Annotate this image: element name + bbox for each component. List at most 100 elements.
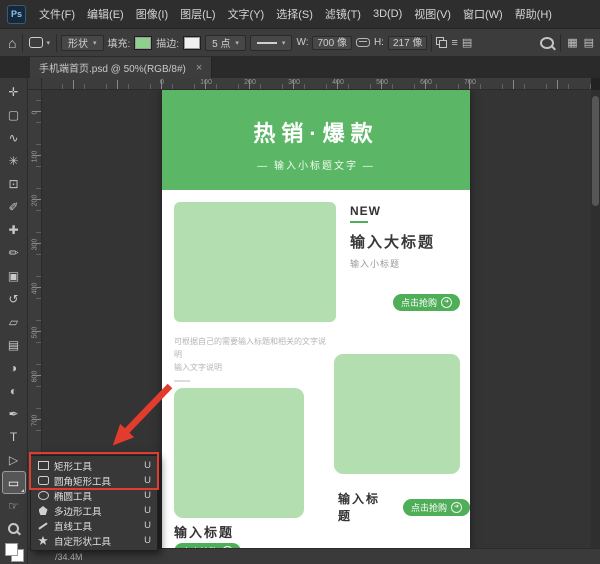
flyout-item-polygon-tool[interactable]: 多边形工具 U: [31, 503, 157, 518]
pen-tool[interactable]: ✒: [2, 402, 26, 425]
document-tab[interactable]: 手机端首页.psd @ 50%(RGB/8#) ×: [30, 57, 212, 78]
menu-item[interactable]: 图像(I): [130, 0, 174, 28]
foreground-color-swatch[interactable]: [5, 543, 18, 556]
document-size-value: /34.4M: [55, 552, 83, 562]
path-arrangement-icon[interactable]: ▤: [462, 36, 472, 49]
fill-control[interactable]: 填充:: [108, 35, 153, 50]
brush-tool[interactable]: ✏: [2, 241, 26, 264]
quick-selection-tool[interactable]: ✳: [2, 149, 26, 172]
hero-banner: 热销·爆款 — 输入小标题文字 —: [162, 90, 470, 190]
tool-mode-select[interactable]: 形状 ▾: [61, 35, 104, 51]
ruler-corner: [28, 78, 42, 90]
shape-tool-icon: [37, 536, 49, 546]
healing-brush-tool[interactable]: ✚: [2, 218, 26, 241]
rectangle-tool[interactable]: ▭: [2, 471, 26, 494]
description-line: 输入文字说明: [174, 362, 326, 375]
lasso-tool[interactable]: ∿: [2, 126, 26, 149]
type-tool[interactable]: T: [2, 425, 26, 448]
card-right-title: 输入标题: [338, 490, 391, 524]
path-selection-tool[interactable]: ▷: [2, 448, 26, 471]
document-tab-bar: 手机端首页.psd @ 50%(RGB/8#) ×: [0, 57, 600, 78]
width-label: W:: [296, 37, 308, 48]
photoshop-logo-icon: Ps: [7, 5, 26, 24]
blur-tool[interactable]: ◑: [2, 356, 26, 379]
scrollbar-thumb[interactable]: [592, 96, 599, 206]
artboard[interactable]: 热销·爆款 — 输入小标题文字 — NEW 输入大标题 输入小标题 点击抢购 ➜…: [162, 90, 470, 548]
crop-tool[interactable]: ⊡: [2, 172, 26, 195]
separator: [431, 34, 432, 52]
stroke-swatch[interactable]: [183, 36, 201, 50]
shape-tool-icon: [37, 525, 49, 527]
cta-label: 点击抢购: [411, 501, 447, 514]
ruler-number: 600: [404, 78, 448, 88]
vertical-scrollbar[interactable]: [591, 90, 600, 548]
shape-height-field[interactable]: H: 217 像: [374, 36, 427, 50]
shape-width-field[interactable]: W: 700 像: [296, 36, 352, 50]
hand-tool[interactable]: ☞: [2, 494, 26, 517]
gradient-tool[interactable]: ▤: [2, 333, 26, 356]
ruler-number: 0: [28, 90, 42, 134]
ruler-number: 200: [28, 178, 42, 222]
link-dimensions-icon[interactable]: [356, 38, 370, 47]
close-tab-icon[interactable]: ×: [196, 62, 202, 74]
width-value[interactable]: 700 像: [312, 36, 351, 50]
ruler-number: 300: [272, 78, 316, 88]
tool-preset-button[interactable]: ▾: [27, 37, 52, 48]
eyedropper-tool[interactable]: ✐: [2, 195, 26, 218]
chevron-down-icon: ▾: [46, 39, 50, 47]
options-bar: ⌂ ▾ 形状 ▾ 填充: 描边: 5 点 ▾ ▾ W: 700 像 H: 217…: [0, 29, 600, 57]
home-icon[interactable]: ⌂: [6, 35, 18, 51]
stroke-type-sample: [257, 42, 277, 44]
menu-item[interactable]: 帮助(H): [509, 0, 558, 28]
options-right-cluster: ▦ ▤: [540, 34, 594, 52]
stroke-width-value: 5 点: [212, 35, 230, 50]
menu-item[interactable]: 文字(Y): [222, 0, 271, 28]
marquee-tool[interactable]: ▢: [2, 103, 26, 126]
stroke-width-select[interactable]: 5 点 ▾: [205, 35, 246, 51]
flyout-item-ellipse-tool[interactable]: 椭圆工具 U: [31, 488, 157, 503]
dodge-tool[interactable]: ◐: [2, 379, 26, 402]
feature-title: 输入大标题: [350, 231, 435, 252]
shape-tool-icon: [37, 491, 49, 500]
menu-item[interactable]: 图层(L): [174, 0, 221, 28]
flyout-item-shortcut: U: [144, 535, 151, 546]
document-tab-title: 手机端首页.psd @ 50%(RGB/8#): [39, 60, 186, 75]
new-badge: NEW: [350, 204, 381, 218]
panel-toggle-icon[interactable]: ▤: [584, 36, 594, 49]
annotation-highlight-box: [29, 452, 159, 490]
flyout-item-line-tool[interactable]: 直线工具 U: [31, 518, 157, 533]
menu-item[interactable]: 选择(S): [270, 0, 319, 28]
height-value[interactable]: 217 像: [388, 36, 427, 50]
chevron-down-icon: ▾: [282, 39, 286, 47]
menu-item[interactable]: 视图(V): [408, 0, 457, 28]
menu-item[interactable]: 文件(F): [33, 0, 81, 28]
move-tool[interactable]: ✛: [2, 80, 26, 103]
history-brush-tool[interactable]: ↺: [2, 287, 26, 310]
annotation-arrow: [100, 380, 184, 456]
fill-swatch[interactable]: [134, 36, 152, 50]
menu-item[interactable]: 滤镜(T): [319, 0, 367, 28]
zoom-tool[interactable]: [2, 517, 26, 540]
menu-item[interactable]: 编辑(E): [81, 0, 130, 28]
arrow-circle-icon: ➜: [451, 502, 462, 513]
image-placeholder-top: [174, 202, 336, 322]
workspace-panel-icon[interactable]: ▦: [567, 36, 577, 49]
color-swatches[interactable]: [4, 538, 24, 562]
clone-stamp-tool[interactable]: ▣: [2, 264, 26, 287]
description-block: 可根据自己的需要输入标题和相关的文字说明 输入文字说明: [174, 336, 326, 382]
eraser-tool[interactable]: ▱: [2, 310, 26, 333]
height-label: H:: [374, 37, 384, 48]
menu-bar: Ps 文件(F)编辑(E)图像(I)图层(L)文字(Y)选择(S)滤镜(T)3D…: [0, 0, 600, 29]
card-right-row: 输入标题 点击抢购 ➜: [338, 490, 470, 524]
search-icon[interactable]: [540, 37, 554, 49]
menu-item[interactable]: 窗口(W): [457, 0, 509, 28]
horizontal-ruler: 0100200300400500600700: [42, 78, 591, 90]
path-alignment-icon[interactable]: ≡: [451, 37, 457, 49]
cta-button: 点击抢购 ➜: [403, 499, 470, 516]
stroke-type-select[interactable]: ▾: [250, 35, 293, 51]
path-operations-icon[interactable]: [436, 37, 447, 48]
description-line: 可根据自己的需要输入标题和相关的文字说明: [174, 336, 326, 362]
stroke-control[interactable]: 描边:: [156, 35, 201, 50]
flyout-item-custom-shape-tool[interactable]: 自定形状工具 U: [31, 533, 157, 548]
menu-item[interactable]: 3D(D): [367, 0, 408, 28]
